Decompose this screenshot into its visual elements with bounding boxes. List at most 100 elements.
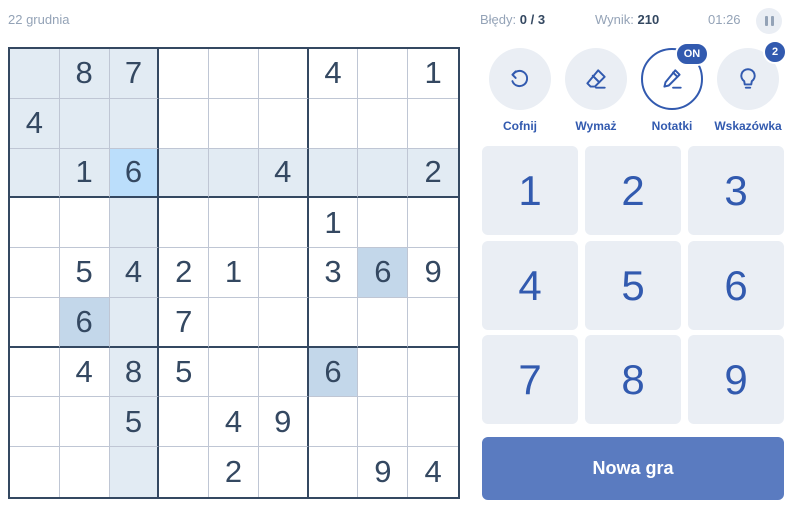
cell-r1c1[interactable] [10, 49, 60, 99]
cell-r1c9[interactable]: 1 [408, 49, 458, 99]
cell-r4c2[interactable] [59, 198, 110, 249]
cell-r4c1[interactable] [10, 198, 60, 249]
cell-r5c7[interactable]: 3 [308, 248, 359, 298]
numpad-9[interactable]: 9 [688, 335, 784, 424]
cell-r6c4[interactable]: 7 [159, 297, 210, 348]
cell-r1c2[interactable]: 8 [59, 49, 110, 99]
cell-r5c1[interactable] [10, 248, 60, 298]
cell-r2c5[interactable] [209, 98, 259, 149]
undo-button[interactable]: Cofnij [480, 48, 560, 133]
cell-r4c7[interactable]: 1 [308, 198, 359, 249]
cell-r9c5[interactable]: 2 [209, 447, 259, 497]
cell-r8c5[interactable]: 4 [209, 397, 259, 448]
numpad-8[interactable]: 8 [585, 335, 681, 424]
cell-r4c5[interactable] [209, 198, 259, 249]
cell-r9c1[interactable] [10, 447, 60, 497]
cell-r1c4[interactable] [159, 49, 210, 99]
score-value: 210 [637, 12, 660, 27]
numpad-3[interactable]: 3 [688, 146, 784, 235]
cell-r9c3[interactable] [109, 447, 160, 497]
cell-r5c8[interactable]: 6 [358, 248, 409, 298]
cell-r7c7[interactable]: 6 [308, 347, 359, 398]
cell-r5c3[interactable]: 4 [109, 248, 160, 298]
cell-r3c3[interactable]: 6 [109, 148, 160, 199]
notes-button[interactable]: ON Notatki [632, 42, 712, 133]
numpad-2[interactable]: 2 [585, 146, 681, 235]
cell-r8c1[interactable] [10, 397, 60, 448]
numpad-1[interactable]: 1 [482, 146, 578, 235]
cell-r3c8[interactable] [358, 148, 409, 199]
pause-icon[interactable] [756, 8, 782, 34]
cell-r7c4[interactable]: 5 [159, 347, 210, 398]
cell-r8c2[interactable] [59, 397, 110, 448]
cell-r4c6[interactable] [258, 198, 309, 249]
cell-r2c6[interactable] [258, 98, 309, 149]
cell-r2c3[interactable] [109, 98, 160, 149]
cell-r7c1[interactable] [10, 347, 60, 398]
cell-r6c7[interactable] [308, 297, 359, 348]
cell-r3c1[interactable] [10, 148, 60, 199]
cell-r3c2[interactable]: 1 [59, 148, 110, 199]
cell-r8c4[interactable] [159, 397, 210, 448]
new-game-button[interactable]: Nowa gra [482, 437, 784, 500]
cell-r7c5[interactable] [209, 347, 259, 398]
cell-r2c7[interactable] [308, 98, 359, 149]
cell-r9c6[interactable] [258, 447, 309, 497]
notes-label: Notatki [651, 119, 693, 133]
cell-r8c9[interactable] [408, 397, 458, 448]
cell-r2c4[interactable] [159, 98, 210, 149]
cell-r9c4[interactable] [159, 447, 210, 497]
cell-r6c2[interactable]: 6 [59, 297, 110, 348]
cell-r2c2[interactable] [59, 98, 110, 149]
cell-r1c5[interactable] [209, 49, 259, 99]
cell-r9c7[interactable] [308, 447, 359, 497]
numpad-4[interactable]: 4 [482, 241, 578, 330]
cell-r6c6[interactable] [258, 297, 309, 348]
cell-r4c3[interactable] [109, 198, 160, 249]
cell-r7c2[interactable]: 4 [59, 347, 110, 398]
cell-r2c1[interactable]: 4 [10, 98, 60, 149]
cell-r1c8[interactable] [358, 49, 409, 99]
numpad-6[interactable]: 6 [688, 241, 784, 330]
cell-r3c9[interactable]: 2 [408, 148, 458, 199]
cell-r9c8[interactable]: 9 [358, 447, 409, 497]
cell-r4c4[interactable] [159, 198, 210, 249]
erase-button[interactable]: Wymaż [556, 48, 636, 133]
cell-r5c9[interactable]: 9 [408, 248, 458, 298]
cell-r8c7[interactable] [308, 397, 359, 448]
cell-r7c8[interactable] [358, 347, 409, 398]
cell-r3c7[interactable] [308, 148, 359, 199]
cell-r5c2[interactable]: 5 [59, 248, 110, 298]
cell-r3c5[interactable] [209, 148, 259, 199]
hint-count-badge: 2 [763, 40, 787, 64]
cell-r3c6[interactable]: 4 [258, 148, 309, 199]
numpad-5[interactable]: 5 [585, 241, 681, 330]
cell-r8c6[interactable]: 9 [258, 397, 309, 448]
cell-r1c7[interactable]: 4 [308, 49, 359, 99]
numpad-7[interactable]: 7 [482, 335, 578, 424]
cell-r7c6[interactable] [258, 347, 309, 398]
cell-r6c5[interactable] [209, 297, 259, 348]
cell-r7c3[interactable]: 8 [109, 347, 160, 398]
cell-r8c8[interactable] [358, 397, 409, 448]
cell-r1c6[interactable] [258, 49, 309, 99]
cell-r3c4[interactable] [159, 148, 210, 199]
cell-r8c3[interactable]: 5 [109, 397, 160, 448]
cell-r4c8[interactable] [358, 198, 409, 249]
cell-r2c8[interactable] [358, 98, 409, 149]
cell-r1c3[interactable]: 7 [109, 49, 160, 99]
cell-r6c3[interactable] [109, 297, 160, 348]
cell-r4c9[interactable] [408, 198, 458, 249]
hint-button[interactable]: 2 Wskazówka [708, 40, 788, 133]
cell-r5c6[interactable] [258, 248, 309, 298]
cell-r6c1[interactable] [10, 297, 60, 348]
undo-label: Cofnij [503, 119, 537, 133]
cell-r9c9[interactable]: 4 [408, 447, 458, 497]
cell-r2c9[interactable] [408, 98, 458, 149]
cell-r9c2[interactable] [59, 447, 110, 497]
cell-r6c8[interactable] [358, 297, 409, 348]
cell-r7c9[interactable] [408, 347, 458, 398]
cell-r5c5[interactable]: 1 [209, 248, 259, 298]
cell-r5c4[interactable]: 2 [159, 248, 210, 298]
cell-r6c9[interactable] [408, 297, 458, 348]
